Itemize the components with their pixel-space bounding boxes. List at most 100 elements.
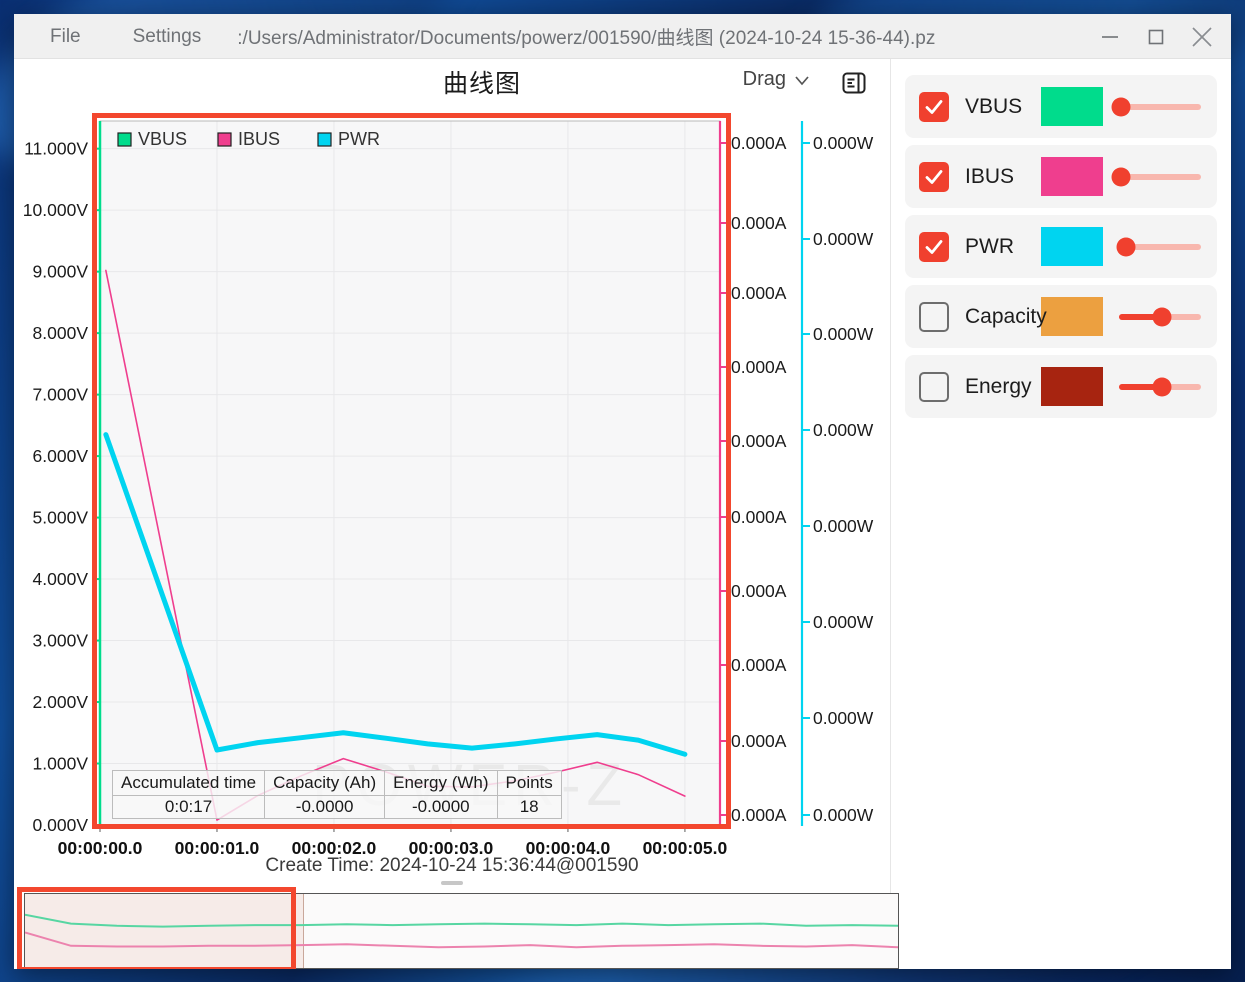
checkmark-icon — [923, 166, 945, 188]
ibus-axis-tick-label: 0.000A — [731, 655, 787, 675]
x-axis-tick-label: 00:00:05.0 — [643, 838, 728, 857]
series-checkbox-vbus[interactable] — [919, 92, 949, 122]
stats-header-cell: Accumulated time — [113, 771, 265, 796]
legend-swatch-pwr — [318, 133, 331, 146]
series-checkbox-energy[interactable] — [919, 372, 949, 402]
slider-track — [1119, 174, 1201, 180]
ibus-axis-tick-label: 0.000A — [731, 431, 787, 451]
stats-header-cell: Points — [497, 771, 561, 796]
slider-track — [1119, 104, 1201, 110]
series-label-ibus: IBUS — [965, 165, 1014, 189]
ibus-axis-tick-label: 0.000A — [731, 507, 787, 527]
slider-thumb[interactable] — [1111, 97, 1130, 116]
pwr-axis-tick-label: 0.000W — [813, 420, 874, 440]
drag-mode-dropdown[interactable]: Drag — [743, 68, 812, 91]
stats-table: Accumulated time Capacity (Ah) Energy (W… — [112, 770, 562, 819]
series-width-slider-vbus[interactable] — [1119, 98, 1201, 116]
x-axis-tick-label: 00:00:03.0 — [409, 838, 494, 857]
series-width-slider-energy[interactable] — [1119, 378, 1201, 396]
panel-toggle-button[interactable] — [838, 67, 870, 99]
y-axis-tick-label: 6.000V — [33, 446, 89, 466]
slider-thumb[interactable] — [1152, 377, 1171, 396]
series-label-capacity: Capacity — [965, 305, 1047, 329]
series-row-ibus: IBUS — [905, 145, 1217, 208]
ibus-axis-tick-label: 0.000A — [731, 133, 787, 153]
y-axis-tick-label: 3.000V — [33, 631, 89, 651]
stats-header-cell: Capacity (Ah) — [265, 771, 385, 796]
legend-swatch-ibus — [218, 133, 231, 146]
series-checkbox-ibus[interactable] — [919, 162, 949, 192]
minimap-wrapper — [14, 883, 890, 969]
window-file-path: :/Users/Administrator/Documents/powerz/0… — [237, 23, 935, 50]
window-body: 曲线图 Drag — [14, 59, 1231, 969]
series-label-energy: Energy — [965, 375, 1032, 399]
application-window: File Settings :/Users/Administrator/Docu… — [14, 14, 1231, 969]
series-color-swatch-energy[interactable] — [1041, 367, 1103, 406]
stats-table-value-row: 0:0:17 -0.0000 -0.0000 18 — [113, 796, 562, 819]
plot-region[interactable]: POWER-Z11.000V10.000V9.000V8.000V7.000V6… — [14, 105, 890, 857]
stats-table-header-row: Accumulated time Capacity (Ah) Energy (W… — [113, 771, 562, 796]
y-axis-tick-label: 8.000V — [33, 323, 89, 343]
pwr-axis-tick-label: 0.000W — [813, 805, 874, 825]
series-width-slider-ibus[interactable] — [1119, 168, 1201, 186]
series-checkbox-capacity[interactable] — [919, 302, 949, 332]
chevron-down-icon — [792, 70, 812, 90]
series-width-slider-pwr[interactable] — [1119, 238, 1201, 256]
series-label-vbus: VBUS — [965, 95, 1022, 119]
stats-value-cell: 18 — [497, 796, 561, 819]
series-checkbox-pwr[interactable] — [919, 232, 949, 262]
y-axis-tick-label: 9.000V — [33, 262, 89, 282]
series-row-energy: Energy — [905, 355, 1217, 418]
series-row-pwr: PWR — [905, 215, 1217, 278]
y-axis-tick-label: 1.000V — [33, 754, 89, 774]
y-axis-tick-label: 4.000V — [33, 569, 89, 589]
slider-thumb[interactable] — [1111, 167, 1130, 186]
minimize-button[interactable] — [1087, 14, 1133, 59]
series-row-capacity: Capacity — [905, 285, 1217, 348]
legend-label-vbus: VBUS — [138, 129, 187, 149]
drag-mode-label: Drag — [743, 68, 786, 91]
pwr-axis-tick-label: 0.000W — [813, 516, 874, 536]
y-axis-tick-label: 2.000V — [33, 692, 89, 712]
x-axis-tick-label: 00:00:02.0 — [292, 838, 377, 857]
ibus-axis-tick-label: 0.000A — [731, 731, 787, 751]
legend-label-pwr: PWR — [338, 129, 380, 149]
checkmark-icon — [923, 236, 945, 258]
minimap-canvas — [25, 894, 898, 968]
minimap-line-vbus — [25, 914, 898, 926]
stats-value-cell: 0:0:17 — [113, 796, 265, 819]
chart-header: 曲线图 Drag — [14, 59, 890, 105]
ibus-axis-tick-label: 0.000A — [731, 357, 787, 377]
menu-settings[interactable]: Settings — [119, 14, 216, 59]
pwr-axis-tick-label: 0.000W — [813, 708, 874, 728]
ibus-axis-tick-label: 0.000A — [731, 283, 787, 303]
minimap[interactable] — [24, 893, 899, 969]
series-color-swatch-capacity[interactable] — [1041, 297, 1103, 336]
series-width-slider-capacity[interactable] — [1119, 308, 1201, 326]
collapse-handle[interactable] — [441, 881, 463, 885]
series-label-pwr: PWR — [965, 235, 1014, 259]
close-button[interactable] — [1179, 14, 1225, 59]
legend-label-ibus: IBUS — [238, 129, 280, 149]
y-axis-tick-label: 10.000V — [23, 200, 89, 220]
minimize-icon — [1098, 25, 1122, 49]
ibus-axis-tick-label: 0.000A — [731, 213, 787, 233]
pwr-axis-tick-label: 0.000W — [813, 612, 874, 632]
legend-swatch-vbus — [118, 133, 131, 146]
create-time-label: Create Time: 2024-10-24 15:36:44@001590 — [14, 855, 890, 877]
pwr-axis-tick-label: 0.000W — [813, 229, 874, 249]
plot-canvas[interactable]: POWER-Z11.000V10.000V9.000V8.000V7.000V6… — [14, 105, 890, 857]
panel-toggle-icon — [840, 69, 868, 97]
checkmark-icon — [923, 96, 945, 118]
y-axis-tick-label: 5.000V — [33, 508, 89, 528]
series-row-vbus: VBUS — [905, 75, 1217, 138]
menu-file[interactable]: File — [36, 14, 95, 59]
y-axis-tick-label: 11.000V — [24, 139, 88, 159]
series-color-swatch-vbus[interactable] — [1041, 87, 1103, 126]
slider-thumb[interactable] — [1152, 307, 1171, 326]
series-color-swatch-pwr[interactable] — [1041, 227, 1103, 266]
stats-value-cell: -0.0000 — [265, 796, 385, 819]
maximize-button[interactable] — [1133, 14, 1179, 59]
slider-thumb[interactable] — [1117, 237, 1136, 256]
series-color-swatch-ibus[interactable] — [1041, 157, 1103, 196]
